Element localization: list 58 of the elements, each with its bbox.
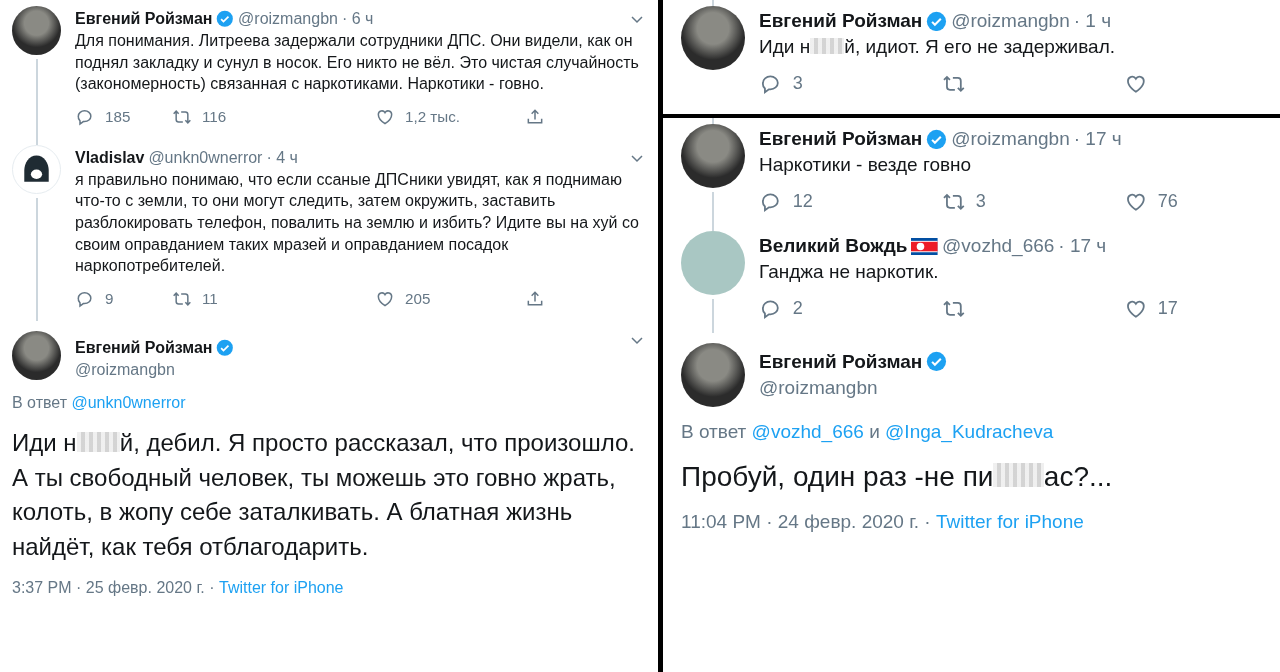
hooded-avatar-icon[interactable] — [12, 144, 61, 194]
avatar-photo-placeholder[interactable] — [681, 124, 745, 188]
like-count: 76 — [1157, 191, 1178, 212]
author-name[interactable]: Евгений Ройзман — [759, 10, 923, 32]
source-link[interactable]: Twitter for iPhone — [935, 511, 1084, 533]
author-name[interactable]: Евгений Ройзман — [75, 338, 213, 357]
author-name[interactable]: Vladislav — [75, 148, 145, 167]
avatar-photo-placeholder[interactable] — [12, 330, 61, 380]
mention-link[interactable]: @unkn0wnerror — [71, 393, 186, 411]
reply-to-line: В ответ @unkn0wnerror — [12, 393, 187, 412]
reply-count: 3 — [792, 73, 803, 94]
author-handle[interactable]: @unkn0wnerror — [148, 148, 263, 167]
author-handle[interactable]: @roizmangbn — [951, 10, 1070, 32]
author-name[interactable]: Евгений Ройзман — [759, 350, 923, 373]
retweet-count: 11 — [202, 290, 218, 308]
tweet-timestamp: 11:04 PM · 24 февр. 2020 г. · — [681, 511, 931, 533]
author-handle[interactable]: @vozhd_666 — [942, 235, 1055, 258]
tweet-time[interactable]: · 4 ч — [266, 148, 298, 167]
tweet-time[interactable]: · 17 ч — [1073, 128, 1122, 150]
verified-badge-icon — [926, 351, 948, 373]
mention-link[interactable]: @vozhd_666 — [751, 420, 864, 442]
reply-count: 185 — [105, 108, 131, 126]
author-name[interactable]: Великий Вождь — [759, 235, 908, 258]
tweet-text: Иди н й, дебил. Я просто рассказал, что произошло. А ты свободный человек, ты можешь это говно жрать, колоть, в жопу себе заталкивать. А блатная жизнь найдёт, как тебя отблагодарить. — [12, 427, 636, 563]
retweet-count: 3 — [975, 191, 986, 212]
flag-icon — [911, 237, 939, 255]
tweet-time[interactable]: · 17 ч — [1058, 235, 1107, 258]
tweet-text: Для понимания. Литреева задержали сотрудники ДПС. Они видели, как он поднял закладку и сунул в носок. Его никто не вёл. Это чистая случайность (закономерность) связанная с наркотиками. Наркотики - говно. — [75, 31, 640, 95]
reply-count: 12 — [792, 191, 813, 212]
tweet-text: Пробуй, один раз -не пи ас?... — [681, 459, 1114, 494]
tweet-text: Иди н й, идиот. Я его не задерживал. — [759, 35, 1116, 59]
tweet-timestamp: 3:37 PM · 25 февр. 2020 г. · — [12, 578, 215, 596]
verified-badge-icon — [216, 10, 235, 28]
like-count: 1,2 тыс. — [405, 108, 461, 126]
reply-to-line: В ответ @vozhd_666 и @Inga_Kudracheva — [681, 420, 1055, 443]
like-count: 205 — [405, 290, 431, 308]
source-link[interactable]: Twitter for iPhone — [219, 578, 344, 596]
reply-count: 2 — [792, 298, 803, 320]
author-name[interactable]: Евгений Ройзман — [759, 128, 923, 150]
tweet-time[interactable]: · 1 ч — [1073, 10, 1112, 32]
avatar-photo-placeholder[interactable] — [12, 6, 61, 55]
tweet-text: Ганджа не наркотик. — [759, 260, 940, 285]
author-name[interactable]: Евгений Ройзман — [75, 10, 213, 28]
like-count: 17 — [1157, 298, 1178, 320]
author-handle[interactable]: @roizmangbn — [75, 360, 235, 379]
reply-count: 9 — [105, 290, 114, 308]
mention-link[interactable]: @Inga_Kudracheva — [885, 420, 1054, 442]
tweet-time[interactable]: · 6 ч — [341, 10, 374, 28]
author-handle[interactable]: @roizmangbn — [951, 128, 1070, 150]
tweet-text: я правильно понимаю, что если ссаные ДПСники увидят, как я поднимаю что-то с земли, то они могут следить, затем окружить, заставить разблокировать телефон, повалить на землю и избить? Идите вы на хуй со своим оправданием таких мразей и оправданием посадок наркопотребителей. — [75, 169, 640, 277]
verified-badge-icon — [926, 128, 948, 150]
tweet-text: Наркотики - везде говно — [759, 153, 973, 177]
author-handle[interactable]: @roizmangbn — [238, 10, 338, 28]
avatar-photo-placeholder[interactable] — [681, 6, 745, 70]
verified-badge-icon — [926, 10, 948, 32]
retweet-count: 116 — [202, 108, 227, 126]
author-handle[interactable]: @roizmangbn — [759, 376, 948, 399]
verified-badge-icon — [216, 338, 235, 357]
